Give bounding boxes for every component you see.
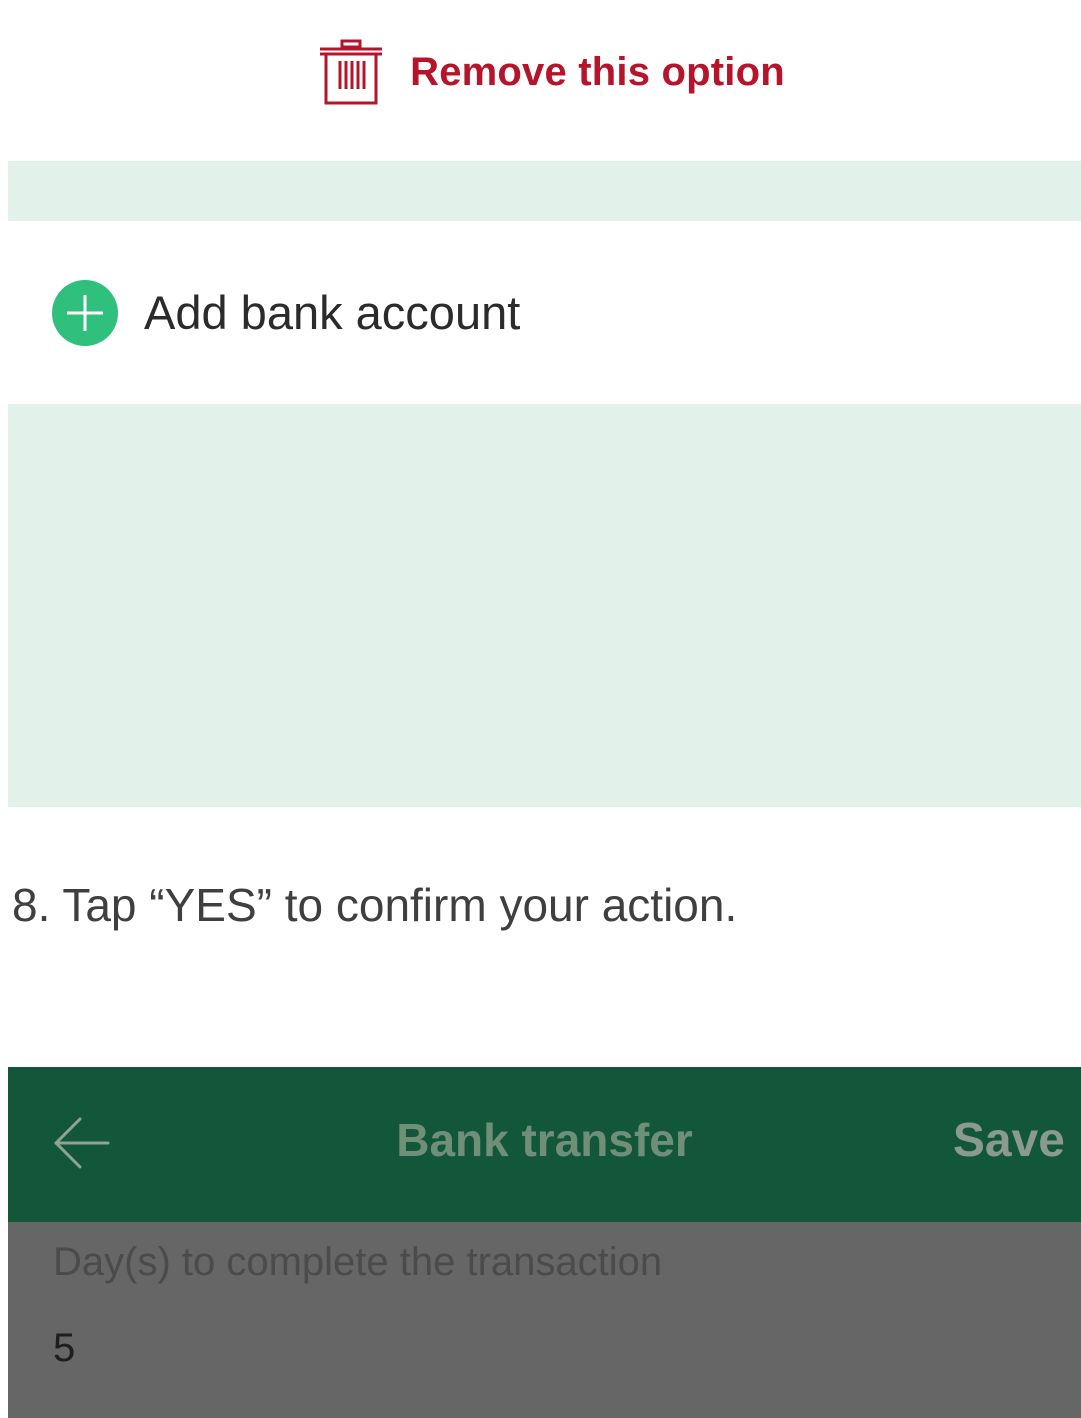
add-bank-account-row: Add bank account: [8, 221, 1081, 404]
section-divider: [8, 161, 1081, 221]
plus-circle-icon: [52, 279, 118, 346]
remove-option-label: Remove this option: [410, 49, 785, 94]
days-to-complete-label: Day(s) to complete the transaction: [53, 1240, 663, 1284]
save-button[interactable]: Save: [953, 1113, 1065, 1168]
instruction-text: 8. Tap “YES” to confirm your action.: [12, 879, 738, 931]
form-area: Day(s) to complete the transaction 5: [8, 1222, 1081, 1418]
days-to-complete-field[interactable]: 5: [53, 1326, 75, 1371]
remove-option-button[interactable]: Remove this option: [316, 37, 785, 107]
add-bank-account-button[interactable]: Add bank account: [52, 279, 521, 346]
remove-option-row: Remove this option: [0, 0, 1081, 160]
arrow-left-icon: [54, 1117, 110, 1169]
back-button[interactable]: [52, 1113, 112, 1173]
page-title: Bank transfer: [396, 1114, 693, 1166]
app-bar: Bank transfer Save: [8, 1067, 1081, 1222]
trash-icon: [320, 39, 383, 105]
add-bank-account-label: Add bank account: [144, 286, 521, 339]
empty-section-area: [8, 404, 1081, 807]
